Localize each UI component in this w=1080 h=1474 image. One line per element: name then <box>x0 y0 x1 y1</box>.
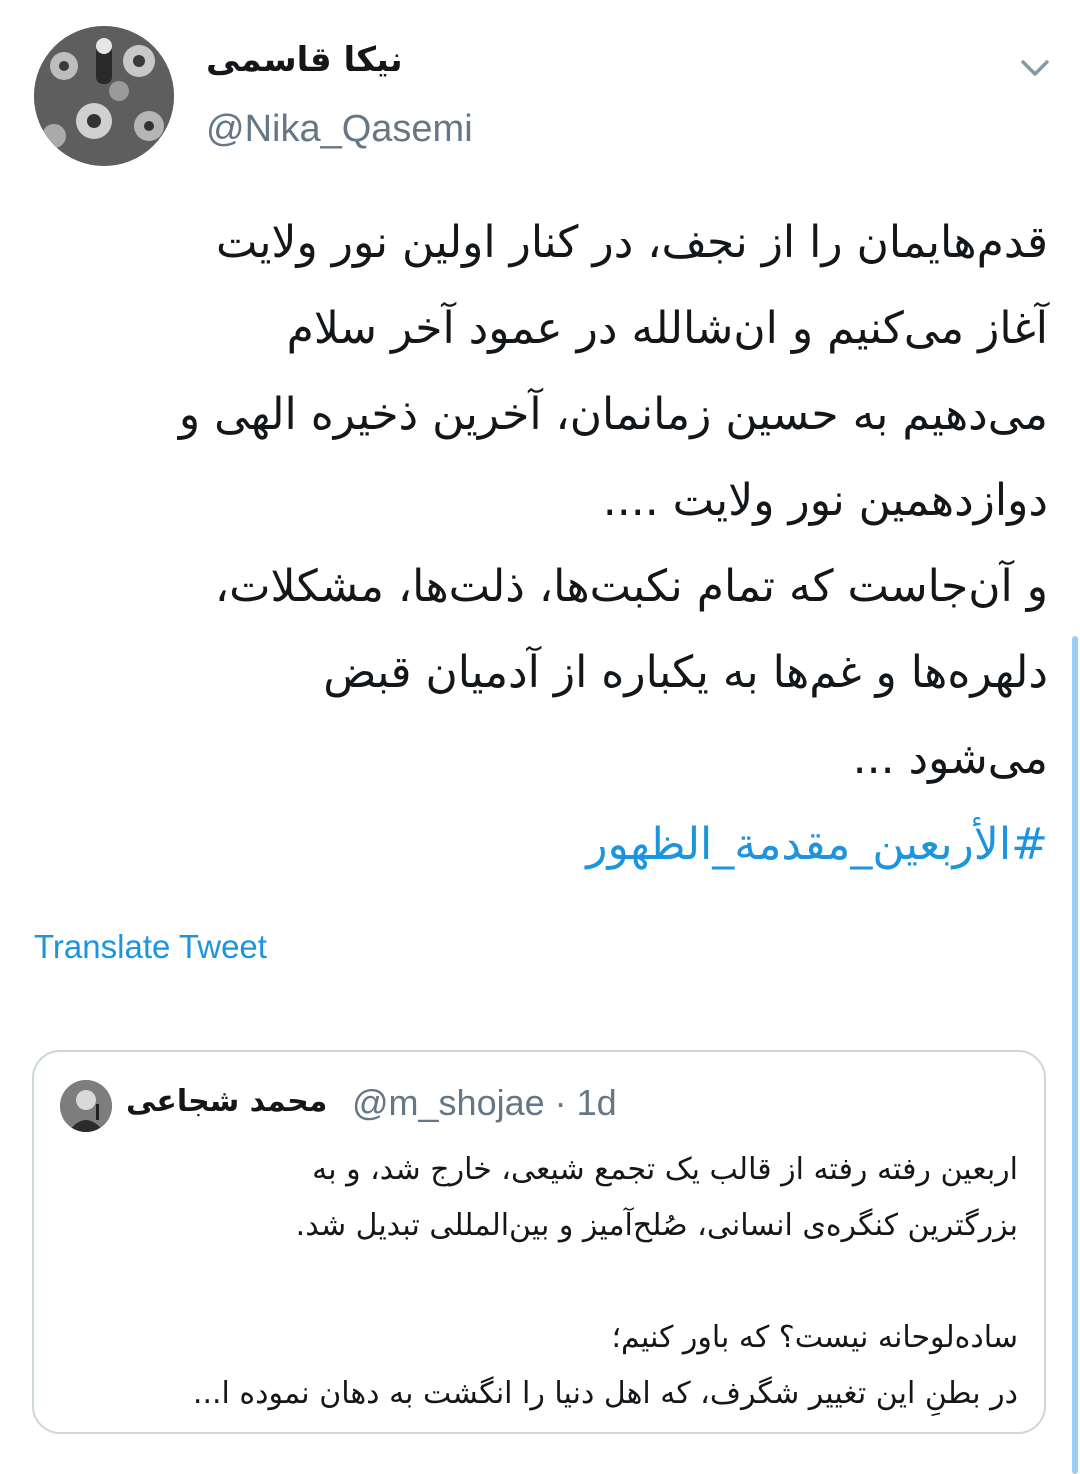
tweet-text-line: دوازدهمین نور ولایت .... <box>602 475 1048 526</box>
scrollbar[interactable] <box>1072 636 1078 1474</box>
quoted-text-line: ساده‌لوحانه نیست؟ که باور کنیم؛ <box>611 1320 1018 1355</box>
tweet-text-line: دلهره‌ها و غم‌ها به یکباره از آدمیان قبض <box>323 647 1048 698</box>
author-handle[interactable]: @Nika_Qasemi <box>206 108 473 151</box>
tweet-text-line: قدم‌هایمان را از نجف، در کنار اولین نور … <box>215 217 1048 268</box>
tweet-text-line: می‌دهیم به حسین زمانمان، آخرین ذخیره اله… <box>178 389 1048 440</box>
quoted-tweet-card[interactable]: محمد شجاعی @m_shojae · 1d اربعین رفته رف… <box>32 1050 1046 1434</box>
tweet-text-line: و آن‌جاست که تمام نکبت‌ها، ذلت‌ها، مشکلا… <box>214 561 1048 612</box>
translate-tweet-link[interactable]: Translate Tweet <box>34 928 267 966</box>
quoted-author-avatar <box>60 1080 112 1132</box>
chevron-down-icon[interactable] <box>1018 54 1052 82</box>
quoted-text-line: اربعین رفته رفته از قالب یک تجمع شیعی، خ… <box>312 1152 1018 1187</box>
hashtag-link[interactable]: #الأربعين_مقدمة_الظهور <box>30 802 1048 888</box>
quoted-author-handle-time: @m_shojae · 1d <box>352 1082 617 1123</box>
tweet-text-line: آغاز می‌کنیم و ان‌شالله در عمود آخر سلام <box>286 303 1048 354</box>
tweet-text-line: می‌شود ... <box>852 733 1048 784</box>
tweet-text: قدم‌هایمان را از نجف، در کنار اولین نور … <box>30 200 1048 888</box>
quoted-text-line: بزرگترین کنگره‌ی انسانی، صُلح‌آمیز و بین… <box>295 1208 1018 1243</box>
quoted-tweet-text: اربعین رفته رفته از قالب یک تجمع شیعی، خ… <box>58 1142 1018 1422</box>
author-display-name[interactable]: نیکا قاسمی <box>206 40 403 80</box>
author-avatar[interactable] <box>34 26 174 166</box>
quoted-text-gap <box>58 1254 1018 1310</box>
quoted-author-name: محمد شجاعی <box>126 1084 328 1119</box>
quoted-text-line: در بطنِ این تغییر شگرف، که اهل دنیا را ا… <box>192 1376 1018 1411</box>
